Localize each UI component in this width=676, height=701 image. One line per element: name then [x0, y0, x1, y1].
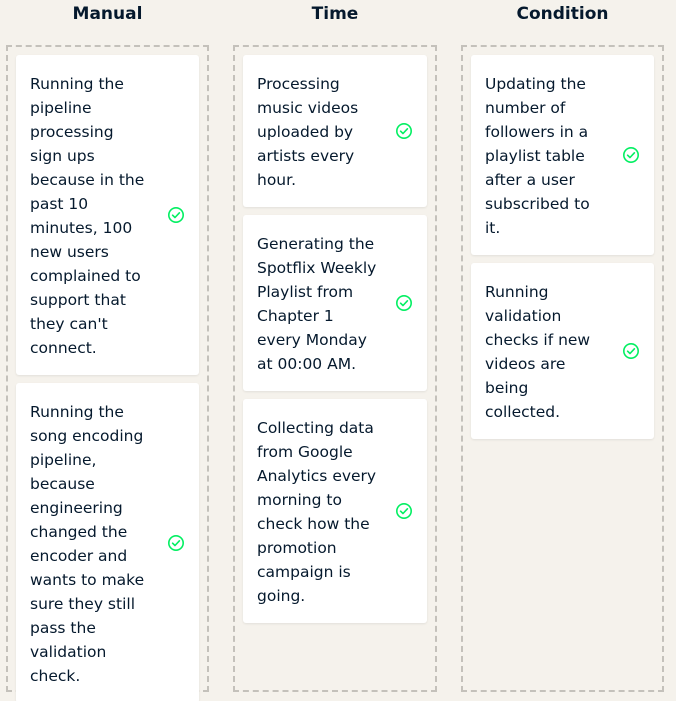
dropzone-time[interactable]: Processing music videos uploaded by arti…	[233, 45, 437, 692]
card-text: Collecting data from Google Analytics ev…	[257, 419, 377, 605]
card[interactable]: Running the song encoding pipeline, beca…	[16, 383, 199, 701]
check-circle-icon	[395, 122, 413, 140]
card[interactable]: Running validation checks if new videos …	[471, 263, 654, 439]
check-circle-icon	[622, 342, 640, 360]
card-text: Updating the number of followers in a pl…	[485, 75, 590, 237]
card[interactable]: Running the pipeline processing sign ups…	[16, 55, 199, 375]
check-circle-icon	[167, 534, 185, 552]
card-text: Processing music videos uploaded by arti…	[257, 75, 359, 189]
card-text: Running validation checks if new videos …	[485, 283, 591, 421]
check-circle-icon	[167, 206, 185, 224]
card-text: Generating the Spotflix Weekly Playlist …	[257, 235, 377, 373]
check-circle-icon	[622, 146, 640, 164]
card-text: Running the pipeline processing sign ups…	[30, 75, 145, 357]
card[interactable]: Collecting data from Google Analytics ev…	[243, 399, 427, 623]
check-circle-icon	[395, 294, 413, 312]
drag-drop-board: Manual Running the pipeline processing s…	[0, 0, 676, 701]
card[interactable]: Updating the number of followers in a pl…	[471, 55, 654, 255]
column-title: Time	[311, 4, 359, 24]
dropzone-condition[interactable]: Updating the number of followers in a pl…	[461, 45, 664, 692]
column-title: Condition	[516, 4, 609, 24]
dropzone-manual[interactable]: Running the pipeline processing sign ups…	[6, 45, 209, 701]
card-text: Running the song encoding pipeline, beca…	[30, 403, 145, 685]
check-circle-icon	[395, 502, 413, 520]
card[interactable]: Generating the Spotflix Weekly Playlist …	[243, 215, 427, 391]
card[interactable]: Processing music videos uploaded by arti…	[243, 55, 427, 207]
column-title: Manual	[72, 4, 143, 24]
